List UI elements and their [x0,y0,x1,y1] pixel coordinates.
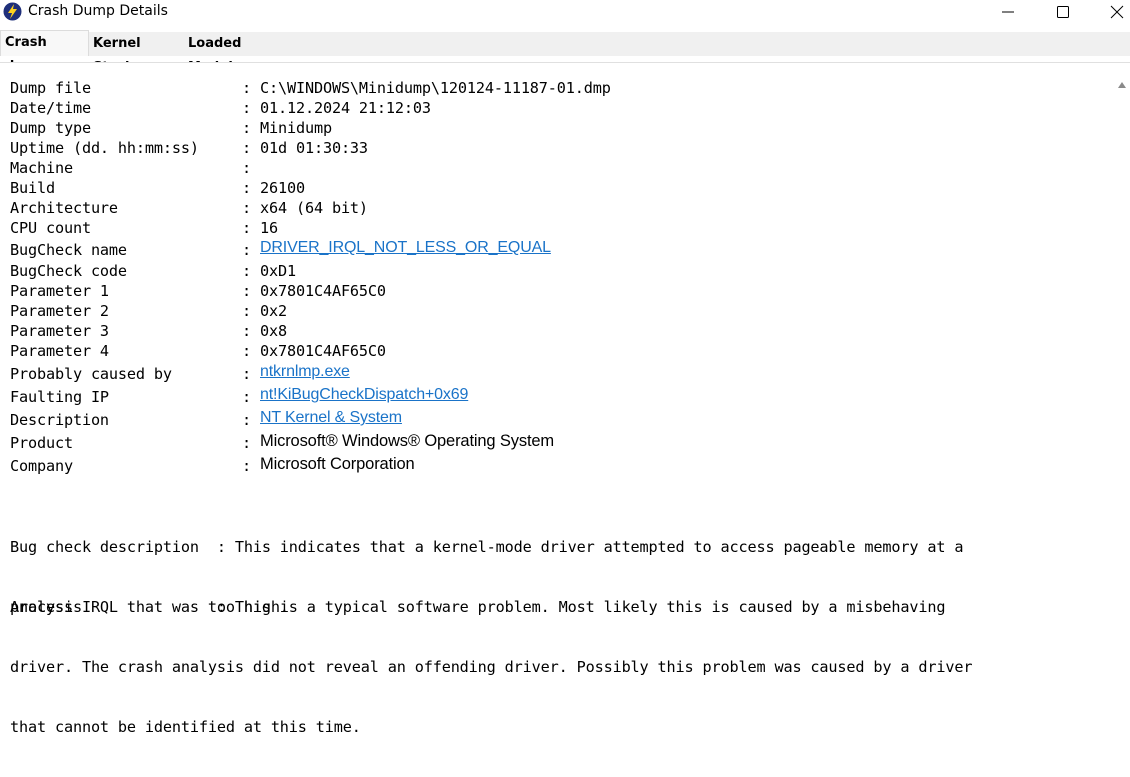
detail-value: 26100 [260,179,305,197]
detail-value: 0x7801C4AF65C0 [260,342,386,360]
detail-value: 0x7801C4AF65C0 [260,282,386,300]
scroll-up-arrow-icon[interactable] [1118,82,1126,88]
detail-colon: : [242,302,251,320]
analysis-line: driver. The crash analysis did not revea… [10,658,973,676]
detail-value: 16 [260,219,278,237]
detail-colon: : [242,457,251,475]
detail-label: Uptime (dd. hh:mm:ss) [10,139,199,157]
detail-label: Faulting IP [10,388,109,406]
detail-colon: : [242,79,251,97]
tab-crash-dump[interactable]: Crash dump [0,30,89,74]
detail-colon: : [242,159,251,177]
detail-colon: : [242,434,251,452]
title-bar[interactable]: Crash Dump Details [0,0,1130,24]
detail-label: Architecture [10,199,118,217]
tab-loaded-modules[interactable]: Loaded Modules [184,32,304,75]
minimize-button[interactable] [985,0,1031,24]
details-panel[interactable]: Dump file: C:\WINDOWS\Minidump\120124-111… [0,62,1130,736]
detail-value: Microsoft® Windows® Operating System [260,432,555,450]
detail-value: Minidump [260,119,332,137]
tab-kernel-stack[interactable]: Kernel Stack [89,32,184,75]
detail-label: Date/time [10,99,91,117]
detail-link[interactable]: DRIVER_IRQL_NOT_LESS_OR_EQUAL [260,239,551,257]
detail-label: Description [10,411,109,429]
detail-colon: : [242,199,251,217]
detail-label: Parameter 3 [10,322,109,340]
detail-label: CPU count [10,219,91,237]
analysis: Analysis : This is a typical software pr… [10,557,1110,777]
detail-link[interactable]: ntkrnlmp.exe [260,363,350,381]
window-title: Crash Dump Details [28,3,168,19]
detail-colon: : [242,411,251,429]
detail-colon: : [242,119,251,137]
detail-label: Parameter 1 [10,282,109,300]
detail-colon: : [242,241,251,259]
analysis-line: that cannot be identified at this time. [10,718,361,736]
detail-colon: : [242,262,251,280]
detail-label: BugCheck code [10,262,127,280]
analysis-line: Analysis : This is a typical software pr… [10,598,946,616]
detail-label: Parameter 4 [10,342,109,360]
detail-colon: : [242,342,251,360]
detail-label: Build [10,179,55,197]
tab-bar: Crash dump Kernel Stack Loaded Modules [0,30,1130,75]
bug-check-description-line: Bug check description : This indicates t… [10,538,964,556]
detail-value: 0x8 [260,322,287,340]
detail-label: Probably caused by [10,365,172,383]
detail-colon: : [242,139,251,157]
detail-value: 0xD1 [260,262,296,280]
detail-label: Machine [10,159,73,177]
detail-label: Parameter 2 [10,302,109,320]
detail-value: 0x2 [260,302,287,320]
detail-value: 01d 01:30:33 [260,139,368,157]
detail-colon: : [242,99,251,117]
maximize-button[interactable] [1040,0,1086,24]
detail-colon: : [242,365,251,383]
detail-colon: : [242,179,251,197]
detail-value: x64 (64 bit) [260,199,368,217]
detail-link[interactable]: nt!KiBugCheckDispatch+0x69 [260,386,468,404]
detail-value: C:\WINDOWS\Minidump\120124-11187-01.dmp [260,79,611,97]
detail-colon: : [242,322,251,340]
detail-label: Dump file [10,79,91,97]
detail-label: BugCheck name [10,241,127,259]
detail-colon: : [242,282,251,300]
detail-colon: : [242,388,251,406]
close-button[interactable] [1094,0,1130,24]
detail-value: Microsoft Corporation [260,455,415,473]
lightning-icon [3,2,22,21]
detail-label: Company [10,457,73,475]
detail-label: Product [10,434,73,452]
detail-link[interactable]: NT Kernel & System [260,409,402,427]
detail-value: 01.12.2024 21:12:03 [260,99,431,117]
detail-colon: : [242,219,251,237]
detail-label: Dump type [10,119,91,137]
